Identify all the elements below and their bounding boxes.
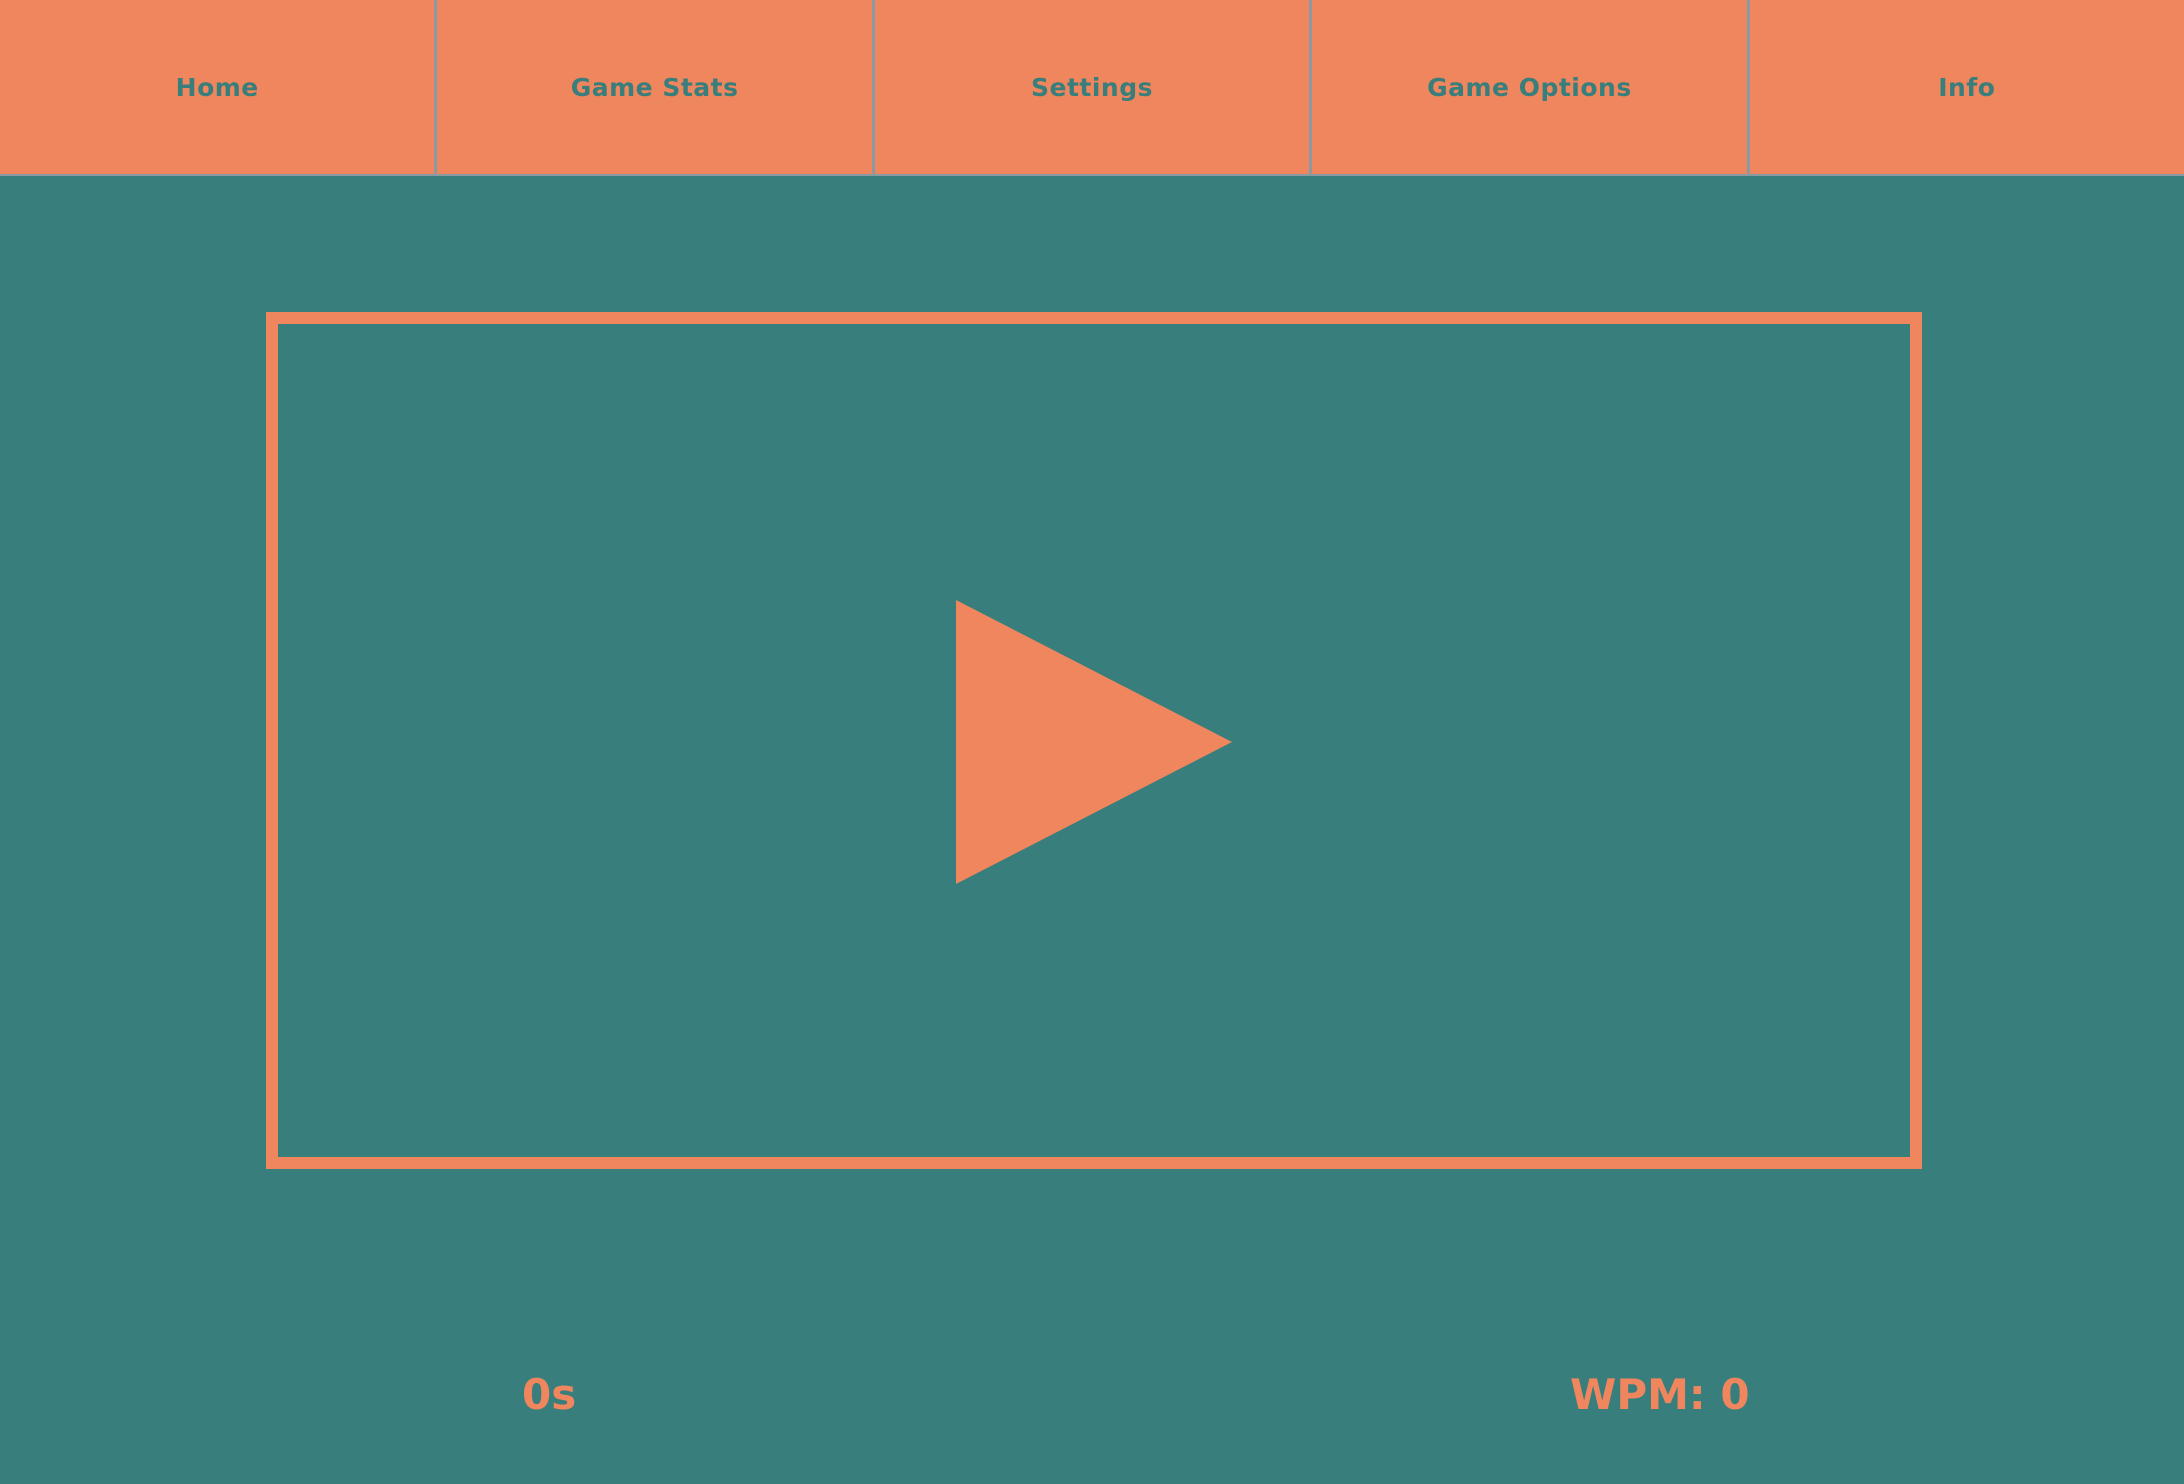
wpm-label: WPM:: [1570, 1370, 1706, 1419]
nav-settings[interactable]: Settings: [875, 0, 1313, 174]
nav-info[interactable]: Info: [1750, 0, 2184, 174]
top-navigation: Home Game Stats Settings Game Options In…: [0, 0, 2184, 176]
nav-game-stats[interactable]: Game Stats: [437, 0, 875, 174]
nav-game-options[interactable]: Game Options: [1312, 0, 1750, 174]
wpm-value: 0: [1720, 1370, 1750, 1419]
nav-home[interactable]: Home: [0, 0, 438, 174]
wpm-display: WPM: 0: [1570, 1370, 1750, 1419]
timer-display: 0s: [522, 1370, 577, 1419]
play-icon[interactable]: [956, 600, 1232, 884]
